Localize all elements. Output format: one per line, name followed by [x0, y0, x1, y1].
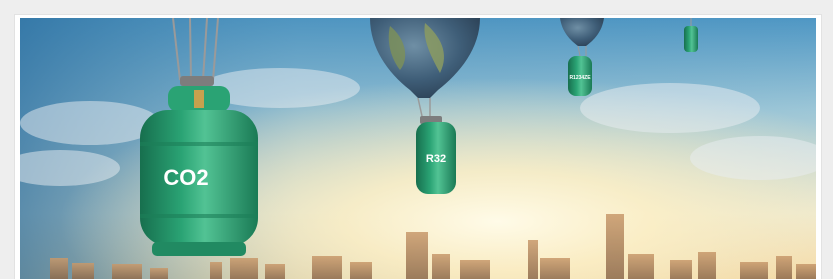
co2-label: CO2 — [163, 165, 208, 190]
page-frame: CO2 R32 R1234ZE — [0, 0, 833, 279]
co2-valve-icon — [194, 90, 204, 108]
r1234ze-label: R1234ZE — [569, 75, 591, 81]
r32-label: R32 — [426, 153, 446, 165]
co2-basket-ring — [180, 76, 214, 86]
hero-image: CO2 R32 R1234ZE — [20, 18, 816, 279]
hero-scene: CO2 R32 R1234ZE — [20, 18, 816, 279]
banner-card: CO2 R32 R1234ZE — [15, 15, 821, 279]
